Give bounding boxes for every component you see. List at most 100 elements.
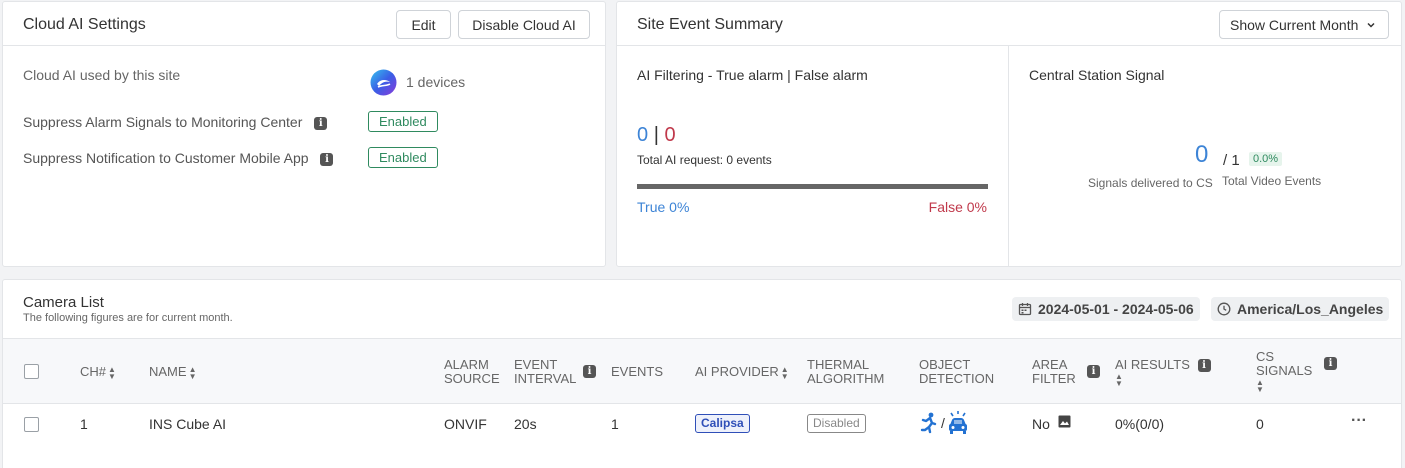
- suppress-notification-status-badge: Enabled: [368, 147, 438, 168]
- header-alarm-source-line2: SOURCE: [444, 371, 500, 386]
- period-select-value: Show Current Month: [1230, 16, 1359, 33]
- header-name-label: NAME: [149, 364, 187, 379]
- header-name[interactable]: NAME ▲ ▼: [149, 364, 197, 381]
- cloud-ai-settings-card: Cloud AI Settings Edit Disable Cloud AI …: [2, 1, 606, 267]
- sort-icon: ▲ ▼: [780, 364, 789, 381]
- header-object-detection: OBJECT DETECTION: [919, 358, 994, 386]
- camera-list-title: Camera List: [23, 294, 104, 311]
- info-icon[interactable]: i: [1087, 365, 1100, 378]
- header-ch-label: CH#: [80, 364, 107, 379]
- image-icon[interactable]: [1058, 415, 1071, 428]
- site-event-summary-card: Site Event Summary Show Current Month AI…: [616, 1, 1402, 267]
- header-events: EVENTS: [611, 364, 664, 379]
- false-percentage: False 0%: [928, 199, 987, 215]
- car-alarm-icon: [948, 411, 967, 434]
- camera-list-card: Camera List The following figures are fo…: [2, 279, 1402, 468]
- header-ai-provider-label: AI PROVIDER: [695, 364, 779, 379]
- header-thermal-line2: ALGORITHM: [807, 371, 885, 386]
- cell-event-interval: 20s: [514, 416, 537, 432]
- cloud-ai-used-label: Cloud AI used by this site: [23, 67, 181, 83]
- divider: [617, 45, 1401, 46]
- info-icon[interactable]: i: [1324, 357, 1337, 370]
- sort-icon: ▲ ▼: [108, 364, 116, 381]
- date-range-value: 2024-05-01 - 2024-05-06: [1038, 301, 1194, 317]
- ai-filtering-title: AI Filtering - True alarm | False alarm: [637, 67, 868, 83]
- site-event-summary-title: Site Event Summary: [637, 16, 783, 33]
- camera-list-subtitle: The following figures are for current mo…: [23, 312, 233, 324]
- disable-cloud-ai-button[interactable]: Disable Cloud AI: [458, 10, 590, 39]
- info-icon[interactable]: i: [583, 365, 596, 378]
- suppress-alarm-text: Suppress Alarm Signals to Monitoring Cen…: [23, 114, 303, 130]
- cs-delivered-count: 0: [1195, 141, 1209, 168]
- header-area-filter: AREA FILTER: [1032, 358, 1076, 386]
- thermal-status-tag: Disabled: [807, 414, 866, 433]
- cs-percentage-badge: 0.0%: [1249, 152, 1283, 166]
- ai-provider-tag: Calipsa: [695, 414, 750, 433]
- info-icon[interactable]: i: [1197, 359, 1211, 373]
- header-cs-line2: SIGNALS: [1256, 363, 1313, 378]
- suppress-alarm-label: Suppress Alarm Signals to Monitoring Cen…: [23, 114, 328, 130]
- select-all-checkbox[interactable]: [24, 364, 39, 379]
- header-object-line2: DETECTION: [919, 371, 995, 386]
- period-select[interactable]: Show Current Month: [1219, 10, 1389, 39]
- person-running-icon: [920, 412, 937, 434]
- cell-area-filter: No: [1032, 416, 1050, 432]
- date-range-pill[interactable]: 2024-05-01 - 2024-05-06: [1012, 297, 1200, 321]
- header-cs-signals[interactable]: CS SIGNALS ▲ ▼: [1256, 349, 1313, 394]
- header-alarm-source: ALARM SOURCE: [444, 358, 500, 386]
- suppress-notification-label: Suppress Notification to Customer Mobile…: [23, 150, 334, 166]
- sort-icon: ▲ ▼: [1115, 371, 1123, 388]
- more-icon[interactable]: ···: [1351, 412, 1367, 430]
- cell-name[interactable]: INS Cube AI: [149, 416, 226, 432]
- header-ch[interactable]: CH# ▲ ▼: [80, 364, 116, 381]
- timezone-value: America/Los_Angeles: [1237, 301, 1384, 317]
- central-station-title: Central Station Signal: [1029, 67, 1165, 83]
- info-icon[interactable]: i: [314, 116, 328, 130]
- header-event-interval-line2: INTERVAL: [514, 371, 577, 386]
- divider: [3, 45, 605, 46]
- ai-logo-icon: [370, 69, 397, 96]
- suppress-alarm-status-badge: Enabled: [368, 111, 438, 132]
- timezone-pill[interactable]: America/Los_Angeles: [1211, 297, 1390, 321]
- cs-total-label: Total Video Events: [1222, 174, 1322, 188]
- header-thermal-line1: THERMAL: [807, 357, 870, 372]
- edit-button[interactable]: Edit: [396, 10, 451, 39]
- clock-icon: [1217, 302, 1231, 316]
- cell-events: 1: [611, 416, 619, 432]
- chevron-down-icon: [1367, 22, 1375, 28]
- ai-filtering-counts: 0 | 0: [637, 124, 676, 147]
- sort-icon: ▲ ▼: [188, 364, 197, 381]
- cs-delivered-label: Signals delivered to CS: [1088, 176, 1213, 190]
- row-checkbox[interactable]: [24, 417, 39, 432]
- header-ai-results-label: AI RESULTS: [1115, 357, 1190, 372]
- count-separator: |: [653, 124, 659, 146]
- header-event-interval: EVENT INTERVAL: [514, 358, 576, 386]
- cell-ch: 1: [80, 416, 88, 432]
- true-alarm-count: 0: [637, 124, 649, 146]
- true-percentage: True 0%: [637, 199, 690, 215]
- ai-filter-bar: [637, 184, 988, 189]
- header-area-line2: FILTER: [1032, 371, 1076, 386]
- header-ai-provider[interactable]: AI PROVIDER ▲ ▼: [695, 364, 789, 381]
- devices-count: 1 devices: [406, 74, 466, 90]
- cell-cs-signals: 0: [1256, 416, 1264, 432]
- cell-ai-results: 0%(0/0): [1115, 416, 1165, 432]
- table-row[interactable]: 1 INS Cube AI ONVIF 20s 1 Calipsa Disabl…: [3, 404, 1401, 444]
- object-detection-icons: /: [919, 411, 969, 435]
- header-alarm-source-line1: ALARM: [444, 357, 489, 372]
- header-cs-line1: CS: [1256, 349, 1275, 364]
- header-object-line1: OBJECT: [919, 357, 971, 372]
- sort-icon: ▲ ▼: [1256, 377, 1264, 394]
- cell-alarm-source: ONVIF: [444, 416, 487, 432]
- header-thermal-algorithm: THERMAL ALGORITHM: [807, 358, 884, 386]
- vertical-divider: [1008, 46, 1009, 266]
- object-separator: /: [941, 415, 945, 431]
- suppress-notification-text: Suppress Notification to Customer Mobile…: [23, 150, 309, 166]
- header-event-interval-line1: EVENT: [514, 357, 558, 372]
- header-ai-results[interactable]: AI RESULTS i ▲ ▼: [1115, 358, 1211, 387]
- info-icon[interactable]: i: [320, 152, 334, 166]
- calendar-icon: [1018, 303, 1032, 316]
- cloud-ai-settings-title: Cloud AI Settings: [23, 16, 146, 33]
- false-alarm-count: 0: [664, 124, 676, 146]
- cs-total-count: / 1: [1223, 152, 1240, 169]
